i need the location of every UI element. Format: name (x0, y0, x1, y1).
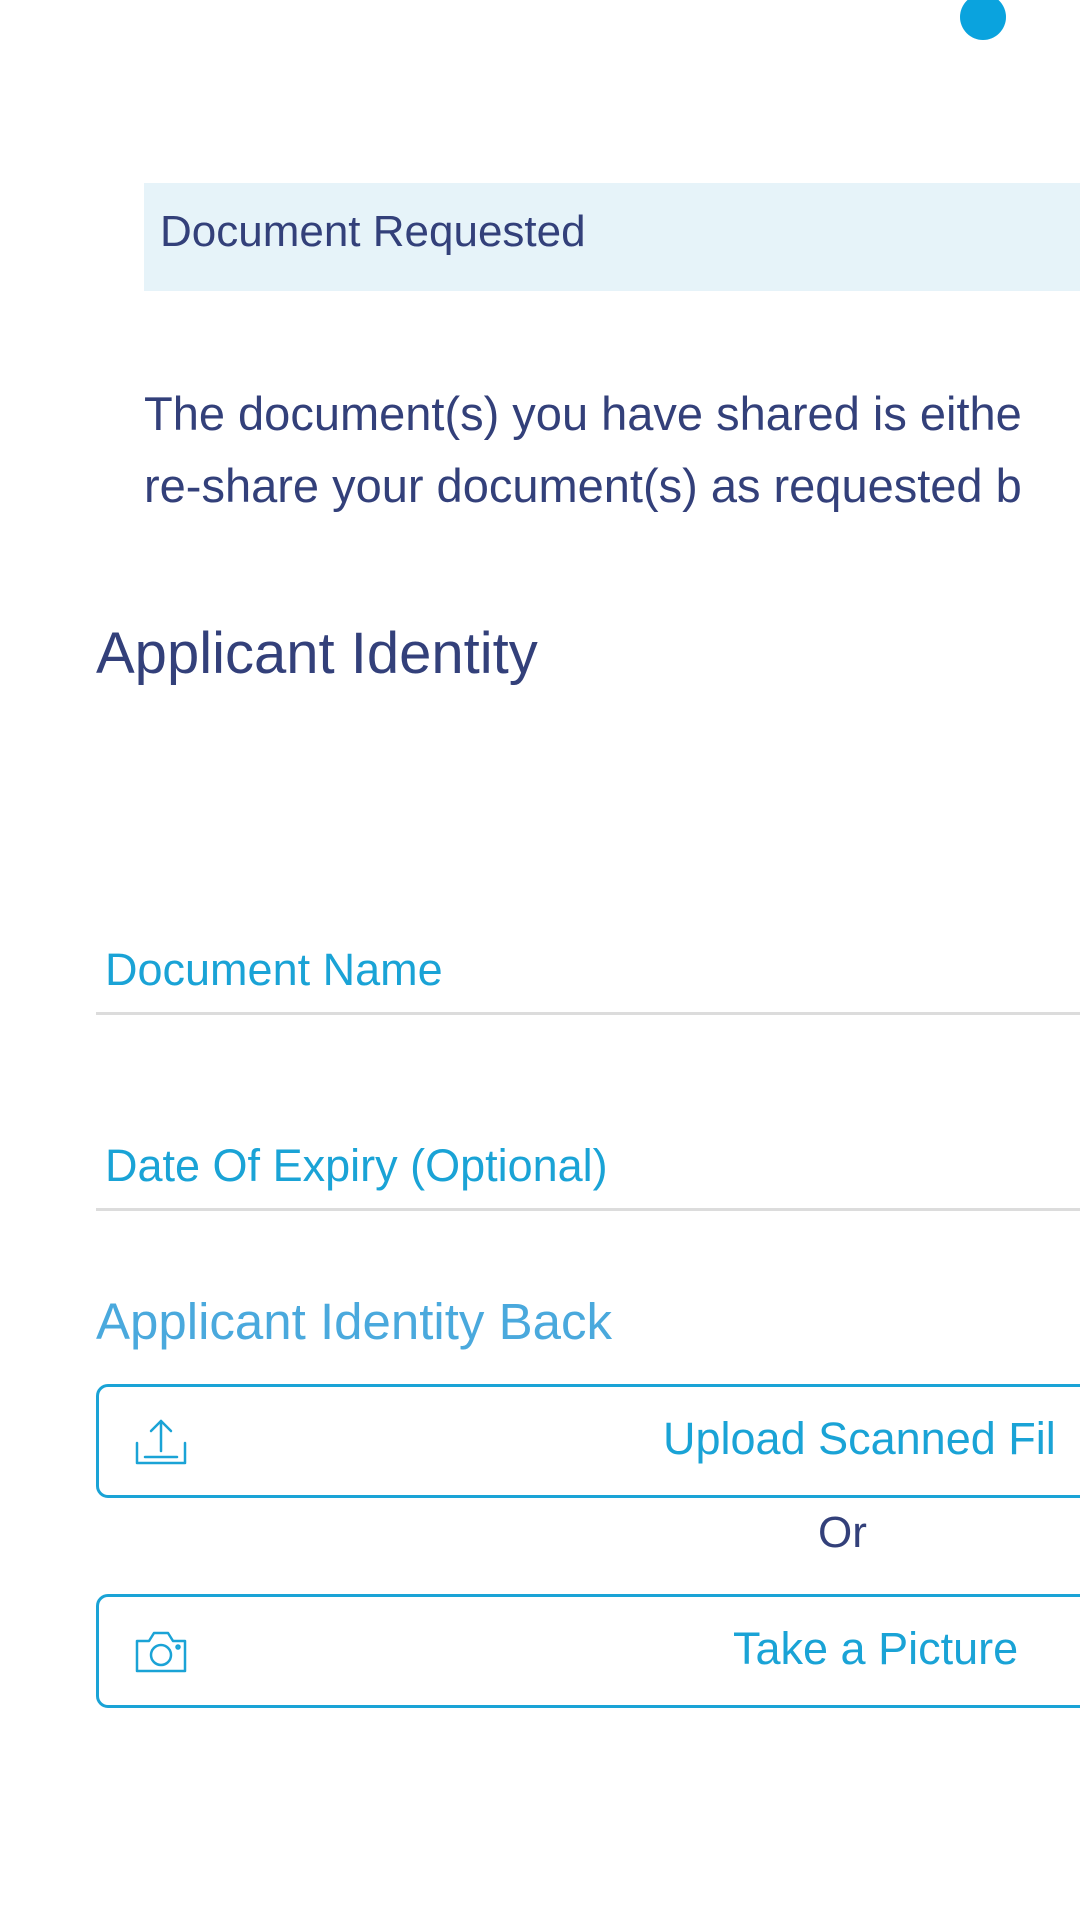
take-picture-label: Take a Picture (733, 1623, 1019, 1674)
section-title: Applicant Identity (96, 621, 538, 686)
message-line-1: The document(s) you have shared is eithe (144, 387, 1022, 440)
message-line-2: re-share your document(s) as requested b (144, 459, 1022, 512)
subsection-title: Applicant Identity Back (96, 1293, 612, 1350)
date-of-expiry-label: Date Of Expiry (Optional) (105, 1140, 608, 1191)
date-of-expiry-field[interactable]: Date Of Expiry (Optional) (96, 1112, 1080, 1211)
camera-icon (133, 1627, 189, 1677)
upload-scanned-file-button[interactable]: Upload Scanned Fil (96, 1384, 1080, 1498)
document-name-label: Document Name (105, 944, 443, 995)
take-picture-button[interactable]: Take a Picture (96, 1594, 1080, 1708)
document-request-screen: Document Requested The document(s) you h… (0, 0, 1080, 1920)
document-requested-banner: Document Requested (144, 183, 1080, 291)
upload-icon (133, 1417, 189, 1467)
status-indicator-dot (960, 0, 1006, 40)
upload-button-label: Upload Scanned Fil (663, 1413, 1056, 1464)
banner-title: Document Requested (160, 207, 586, 256)
request-message: The document(s) you have shared is eithe… (144, 378, 1080, 522)
or-separator: Or (818, 1508, 867, 1557)
document-name-field[interactable]: Document Name (96, 916, 1080, 1015)
